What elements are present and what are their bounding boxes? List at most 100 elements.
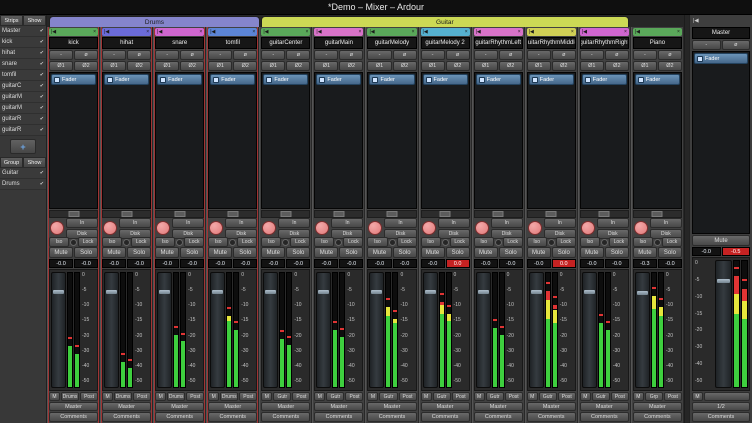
master-comments-button[interactable]: Comments — [692, 412, 750, 422]
master-collapse-icon[interactable]: |◀ — [693, 18, 699, 24]
gain-display[interactable]: -0.0 — [421, 259, 445, 268]
master-phase-button[interactable]: ø — [722, 40, 751, 50]
meter-point-button[interactable]: Post — [505, 392, 523, 401]
strip-color-bar[interactable]: |◀ × — [49, 28, 98, 36]
pan-handle[interactable] — [121, 211, 132, 217]
strip-input-button[interactable]: - — [102, 50, 126, 60]
record-arm-button[interactable] — [528, 221, 542, 235]
strip-item-checkbox[interactable]: ✔ — [40, 116, 44, 122]
gain-display[interactable]: -0.0 — [580, 259, 604, 268]
metering-button[interactable]: M — [633, 392, 644, 401]
solo-isolate-button[interactable]: Iso — [49, 237, 69, 247]
monitor-input-button[interactable]: In — [597, 218, 629, 228]
strip-collapse-icon[interactable]: |◀ — [263, 29, 268, 35]
processor-box[interactable]: Fader — [49, 72, 98, 209]
metering-button[interactable]: M — [261, 392, 272, 401]
strip-collapse-icon[interactable]: |◀ — [423, 29, 428, 35]
peak-display[interactable]: -0.0 — [339, 259, 363, 268]
solo-isolate-button[interactable]: Iso — [367, 237, 387, 247]
master-processor-box[interactable]: Fader — [692, 51, 750, 234]
strip-channel-1-button[interactable]: Ø1 — [155, 61, 179, 71]
solo-lock-button[interactable]: Lock — [609, 237, 629, 247]
strip-close-icon[interactable]: × — [146, 29, 149, 35]
gain-fader[interactable] — [51, 272, 66, 388]
pan-handle[interactable] — [333, 211, 344, 217]
strip-color-bar[interactable]: |◀ × — [474, 28, 523, 36]
strip-collapse-icon[interactable]: |◀ — [157, 29, 162, 35]
mute-button[interactable]: Mute — [367, 247, 391, 258]
record-arm-button[interactable] — [103, 221, 117, 235]
master-metering-button[interactable]: M — [692, 392, 703, 401]
output-button[interactable]: Master — [580, 402, 629, 411]
panner[interactable] — [580, 210, 629, 218]
strip-collapse-icon[interactable]: |◀ — [582, 29, 587, 35]
solo-isolate-button[interactable]: Iso — [155, 237, 175, 247]
solo-button[interactable]: Solo — [339, 247, 363, 258]
record-arm-button[interactable] — [315, 221, 329, 235]
solo-isolate-button[interactable]: Iso — [261, 237, 281, 247]
fader-handle[interactable] — [159, 290, 170, 294]
pan-handle[interactable] — [440, 211, 451, 217]
master-name-button[interactable]: Master — [692, 27, 750, 39]
mute-button[interactable]: Mute — [314, 247, 338, 258]
strip-phase-button[interactable]: ø — [552, 50, 576, 60]
strip-close-icon[interactable]: × — [93, 29, 96, 35]
record-arm-button[interactable] — [475, 221, 489, 235]
monitor-input-button[interactable]: In — [225, 218, 257, 228]
metering-button[interactable]: M — [580, 392, 591, 401]
sidebar-strip-item[interactable]: kick✔ — [0, 37, 46, 48]
strip-channel-1-button[interactable]: Ø1 — [474, 61, 498, 71]
strip-close-icon[interactable]: × — [412, 29, 415, 35]
monitor-input-button[interactable]: In — [119, 218, 151, 228]
solo-button[interactable]: Solo — [499, 247, 523, 258]
fader-processor-entry[interactable]: Fader — [316, 74, 361, 85]
strips-header-label[interactable]: Strips — [0, 15, 23, 26]
strip-close-icon[interactable]: × — [571, 29, 574, 35]
strip-color-bar[interactable]: |◀ × — [367, 28, 416, 36]
gain-fader[interactable] — [316, 272, 331, 388]
solo-isolate-button[interactable]: Iso — [208, 237, 228, 247]
strip-channel-2-button[interactable]: Ø2 — [499, 61, 523, 71]
gain-display[interactable]: -0.0 — [208, 259, 232, 268]
sidebar-strip-item[interactable]: guitarC✔ — [0, 81, 46, 92]
strip-collapse-icon[interactable]: |◀ — [635, 29, 640, 35]
panner[interactable] — [208, 210, 257, 218]
meter-point-button[interactable]: Post — [292, 392, 310, 401]
record-arm-button[interactable] — [209, 221, 223, 235]
mute-button[interactable]: Mute — [580, 247, 604, 258]
sidebar-strip-item[interactable]: Master✔ — [0, 26, 46, 37]
strip-name-button[interactable]: guitarMain — [314, 37, 363, 49]
output-button[interactable]: Master — [474, 402, 523, 411]
mute-button[interactable]: Mute — [49, 247, 73, 258]
mute-button[interactable]: Mute — [421, 247, 445, 258]
fader-processor-entry[interactable]: Fader — [423, 74, 468, 85]
solo-isolate-button[interactable]: Iso — [102, 237, 122, 247]
group-button[interactable]: Grp — [645, 392, 663, 401]
solo-button[interactable]: Solo — [393, 247, 417, 258]
gain-display[interactable]: -0.0 — [367, 259, 391, 268]
peak-display[interactable]: -0.0 — [658, 259, 682, 268]
strip-name-button[interactable]: guitarCenter — [261, 37, 310, 49]
strip-channel-1-button[interactable]: Ø1 — [102, 61, 126, 71]
peak-display[interactable]: -0.0 — [286, 259, 310, 268]
group-button[interactable]: Drums — [114, 392, 132, 401]
master-peak-display[interactable]: -0.5 — [722, 247, 751, 256]
peak-display[interactable]: -0.0 — [180, 259, 204, 268]
solo-isolate-button[interactable]: Iso — [474, 237, 494, 247]
sidebar-strip-item[interactable]: guitarM✔ — [0, 103, 46, 114]
strip-input-button[interactable]: - — [314, 50, 338, 60]
strip-item-checkbox[interactable]: ✔ — [40, 28, 44, 34]
fader-processor-entry[interactable]: Fader — [635, 74, 680, 85]
group-button[interactable]: Gutr — [592, 392, 610, 401]
solo-button[interactable]: Solo — [74, 247, 98, 258]
strip-channel-2-button[interactable]: Ø2 — [446, 61, 470, 71]
strip-close-icon[interactable]: × — [305, 29, 308, 35]
output-button[interactable]: Master — [102, 402, 151, 411]
strip-item-checkbox[interactable]: ✔ — [40, 83, 44, 89]
meter-point-button[interactable]: Post — [239, 392, 257, 401]
strip-channel-2-button[interactable]: Ø2 — [180, 61, 204, 71]
fader-handle[interactable] — [637, 291, 648, 295]
group-tab-drums[interactable]: Drums — [49, 16, 260, 27]
gain-fader[interactable] — [635, 272, 650, 388]
strip-collapse-icon[interactable]: |◀ — [369, 29, 374, 35]
